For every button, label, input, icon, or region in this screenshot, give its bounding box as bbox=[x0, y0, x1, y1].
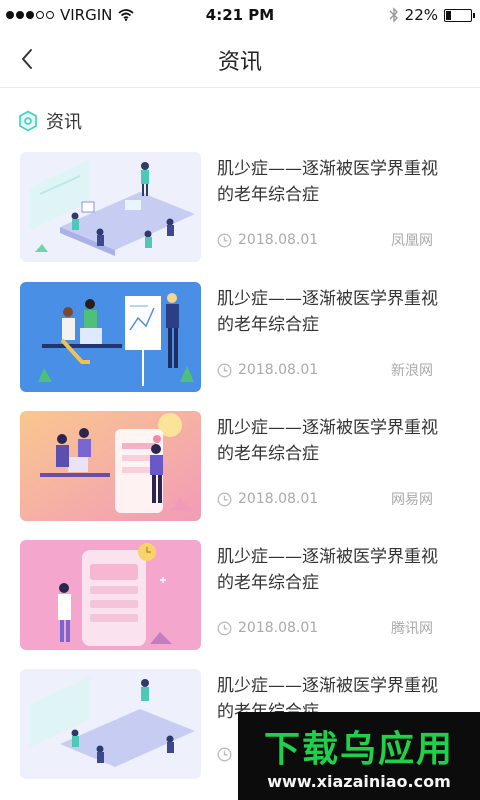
watermark-logo-text: 下载乌应用 bbox=[263, 729, 454, 770]
phone-ui-illustration bbox=[20, 540, 201, 650]
article-source: 凤凰网 bbox=[391, 233, 433, 249]
watermark-url: www.xiazainiao.com bbox=[267, 772, 451, 791]
list-item[interactable]: 肌少症——逐渐被医学界重视的老年综合症 2018.08.01 凤凰网 bbox=[0, 152, 480, 262]
battery-percent: 22% bbox=[404, 6, 438, 24]
watermark-banner: 下载乌应用 www.xiazainiao.com bbox=[238, 712, 480, 800]
clock-icon bbox=[217, 621, 232, 635]
nav-bar: 资讯 bbox=[0, 30, 480, 88]
office-meeting-illustration bbox=[20, 669, 201, 779]
article-title[interactable]: 肌少症——逐渐被医学界重视的老年综合症 bbox=[217, 415, 447, 467]
presentation-illustration bbox=[20, 282, 201, 392]
clock-icon bbox=[217, 747, 232, 762]
mobile-app-illustration bbox=[20, 411, 201, 521]
article-title[interactable]: 肌少症——逐渐被医学界重视的老年综合症 bbox=[217, 286, 447, 338]
article-meta: 2018.08.01 新浪网 bbox=[217, 360, 433, 380]
date-group: 2018.08.01 bbox=[217, 362, 318, 378]
article-source: 腾讯网 bbox=[391, 621, 433, 637]
page-title: 资讯 bbox=[217, 50, 262, 75]
list-item[interactable]: 肌少症——逐渐被医学界重视的老年综合症 2018.08.01 网易网 bbox=[0, 411, 480, 521]
article-source: 网易网 bbox=[391, 492, 433, 508]
article-date: 2018.08.01 bbox=[238, 620, 319, 636]
article-title[interactable]: 肌少症——逐渐被医学界重视的老年综合症 bbox=[217, 156, 447, 208]
date-group: 2018.08.01 bbox=[217, 491, 318, 507]
article-date: 2018.08.01 bbox=[238, 491, 319, 507]
list-item[interactable]: 肌少症——逐渐被医学界重视的老年综合症 2018.08.01 腾讯网 bbox=[0, 540, 480, 650]
clock-icon bbox=[217, 363, 232, 377]
section-title: 资讯 bbox=[46, 112, 82, 133]
article-title[interactable]: 肌少症——逐渐被医学界重视的老年综合症 bbox=[217, 544, 447, 596]
date-group: 2018.08.01 bbox=[217, 620, 318, 636]
hexagon-icon bbox=[19, 110, 37, 132]
article-date: 2018.08.01 bbox=[238, 232, 319, 248]
date-group bbox=[217, 747, 232, 762]
article-date: 2018.08.01 bbox=[238, 362, 319, 378]
battery-level bbox=[446, 10, 451, 20]
date-group: 2018.08.01 bbox=[217, 232, 318, 248]
clock-icon bbox=[217, 233, 232, 247]
status-right: 22% bbox=[389, 6, 475, 24]
section-header: 资讯 bbox=[18, 108, 82, 134]
office-meeting-illustration bbox=[20, 152, 201, 262]
article-meta: 2018.08.01 凤凰网 bbox=[217, 230, 433, 250]
battery-icon bbox=[444, 8, 475, 22]
article-meta: 2018.08.01 网易网 bbox=[217, 489, 433, 509]
clock-icon bbox=[217, 492, 232, 506]
list-item[interactable]: 肌少症——逐渐被医学界重视的老年综合症 2018.08.01 新浪网 bbox=[0, 282, 480, 392]
bluetooth-icon bbox=[389, 7, 398, 23]
article-source: 新浪网 bbox=[391, 363, 433, 379]
status-bar: VIRGIN 4:21 PM 22% bbox=[0, 0, 480, 30]
article-meta: 2018.08.01 腾讯网 bbox=[217, 618, 433, 638]
